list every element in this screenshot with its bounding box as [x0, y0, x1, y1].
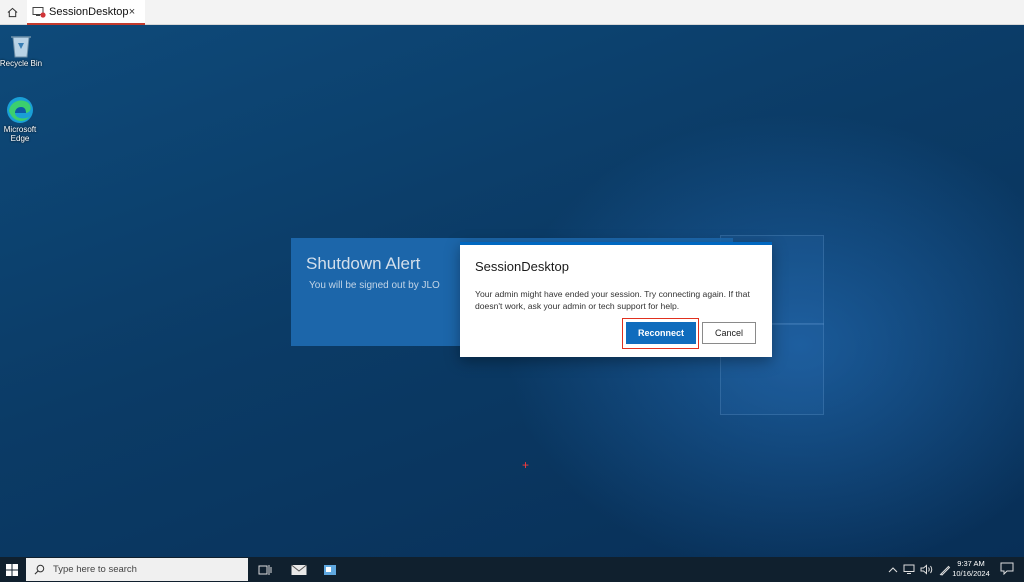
- shutdown-alert-message: You will be signed out by JLO: [309, 280, 440, 291]
- shutdown-alert-title: Shutdown Alert: [306, 254, 421, 273]
- task-view-icon: [258, 564, 272, 575]
- recycle-bin-label: Recycle Bin: [0, 59, 43, 68]
- reconnect-button[interactable]: Reconnect: [626, 322, 696, 344]
- edge-label-line1: Microsoft: [3, 125, 37, 134]
- crosshair-cursor-icon: +: [522, 458, 530, 472]
- notification-icon: [1000, 562, 1014, 576]
- taskbar-search-box[interactable]: Type here to search: [26, 558, 248, 581]
- edge-label-line2: Edge: [10, 134, 30, 143]
- mail-button[interactable]: [290, 561, 308, 578]
- recycle-bin-icon: [11, 36, 31, 58]
- dialog-title: SessionDesktop: [475, 259, 569, 274]
- tab-session-desktop[interactable]: SessionDesktop ×: [27, 0, 145, 25]
- clock-date: 10/16/2024: [952, 569, 990, 578]
- edge-icon: [7, 97, 33, 123]
- taskbar-clock[interactable]: 9:37 AM 10/16/2024: [950, 559, 992, 579]
- remote-desktop-icon: [32, 5, 46, 19]
- volume-icon[interactable]: [920, 564, 934, 575]
- mail-icon: [291, 564, 307, 575]
- task-view-button[interactable]: [256, 561, 274, 578]
- desktop-icon-recycle-bin[interactable]: Recycle Bin: [0, 31, 44, 68]
- clock-time: 9:37 AM: [957, 559, 985, 568]
- desktop-icon-microsoft-edge[interactable]: Microsoft Edge: [0, 95, 43, 143]
- home-button[interactable]: [3, 3, 21, 21]
- tab-bar: SessionDesktop ×: [0, 0, 1024, 25]
- chevron-up-icon[interactable]: [888, 565, 898, 575]
- search-placeholder: Type here to search: [53, 564, 137, 575]
- network-icon[interactable]: [903, 564, 916, 575]
- start-button[interactable]: [0, 557, 24, 582]
- cancel-button[interactable]: Cancel: [702, 322, 756, 344]
- tab-close-button[interactable]: ×: [126, 5, 138, 19]
- home-icon: [7, 7, 17, 17]
- notification-center-button[interactable]: [1000, 562, 1016, 577]
- session-ended-dialog: SessionDesktop Your admin might have end…: [460, 242, 772, 357]
- windows-start-icon: [6, 563, 18, 576]
- tab-title: SessionDesktop: [49, 5, 129, 18]
- search-icon: [34, 564, 45, 575]
- system-tray: [888, 557, 951, 582]
- dialog-message: Your admin might have ended your session…: [475, 289, 750, 311]
- app-window-icon: [324, 564, 336, 575]
- app-button[interactable]: [321, 561, 339, 578]
- taskbar: Type here to search 9:37 AM 10/16/2024: [0, 557, 1024, 582]
